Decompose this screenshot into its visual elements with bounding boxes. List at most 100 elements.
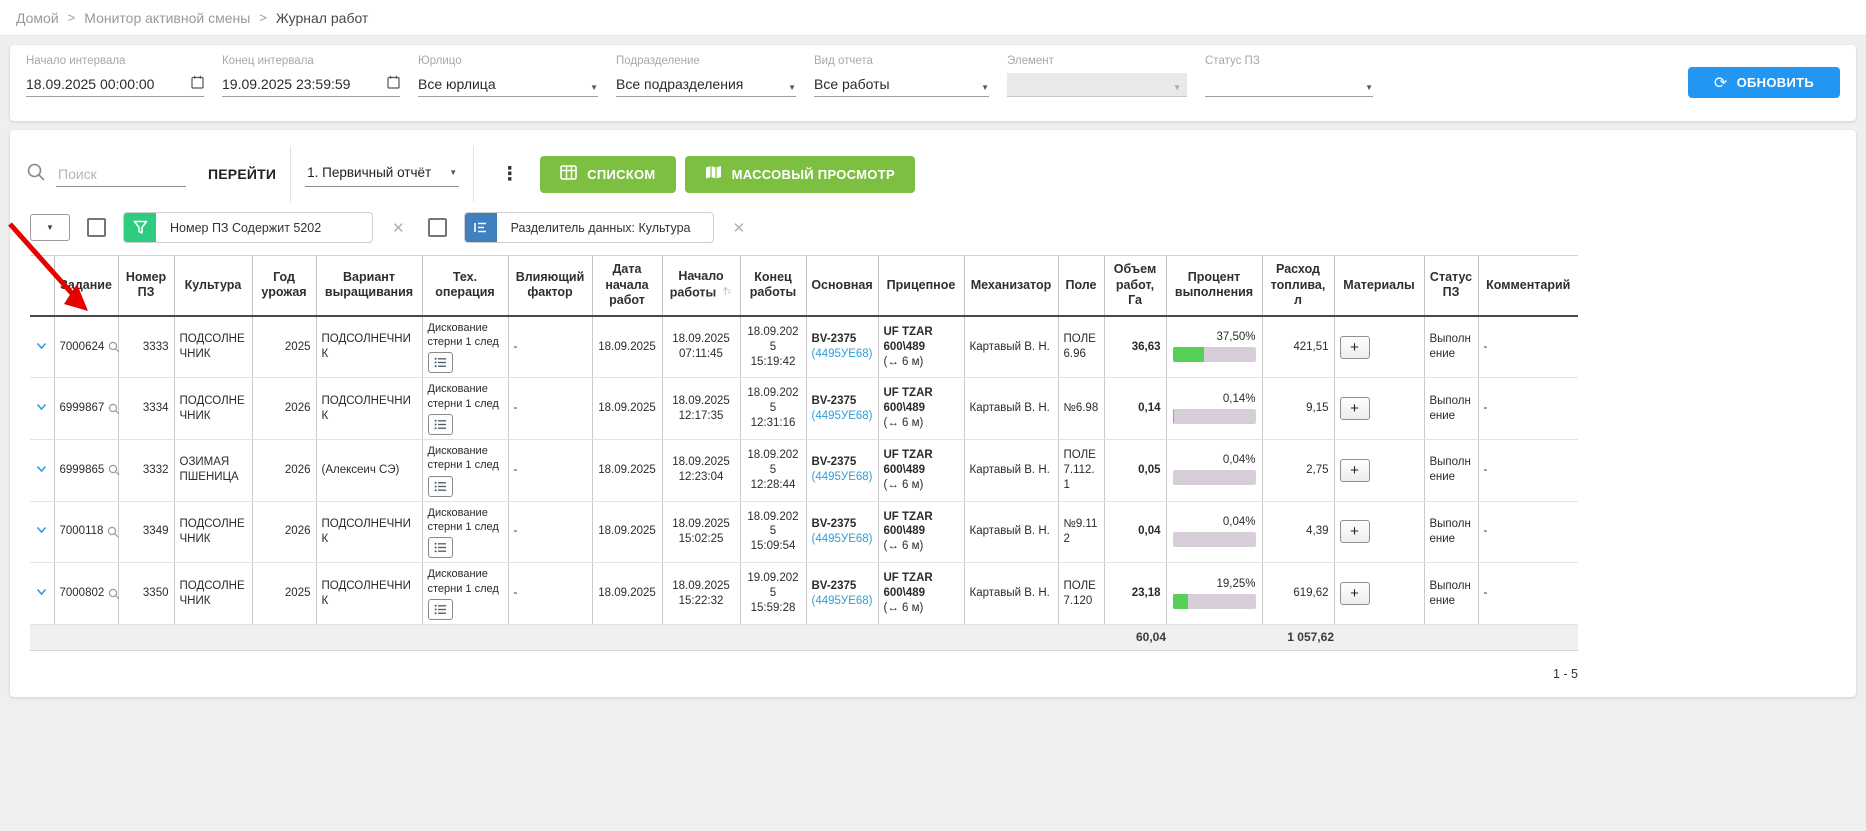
col-order-number[interactable]: Номер ПЗ: [118, 256, 174, 316]
col-task[interactable]: Задание: [54, 256, 118, 316]
col-influencing-factor[interactable]: Влияющий фактор: [508, 256, 592, 316]
growing-variant: ПОДСОЛНЕЧНИК: [316, 378, 422, 440]
growing-variant: ПОДСОЛНЕЧНИК: [316, 316, 422, 378]
row-expand-icon[interactable]: [36, 526, 47, 534]
magnifier-icon[interactable]: [108, 341, 120, 353]
add-materials-button[interactable]: +: [1340, 582, 1370, 605]
fuel-consumption: 4,39: [1262, 501, 1334, 563]
col-completion-percent[interactable]: Процент выполнения: [1166, 256, 1262, 316]
magnifier-icon[interactable]: [107, 526, 119, 538]
operator-name: Картавый В. Н.: [964, 378, 1058, 440]
col-work-volume[interactable]: Объем работ, Га: [1104, 256, 1166, 316]
trailer-width: (↔ 6 м): [884, 601, 959, 616]
fuel-consumption: 2,75: [1262, 440, 1334, 502]
report-type-select[interactable]: Все работы ▼: [814, 73, 989, 97]
report-view-select[interactable]: 1. Первичный отчёт ▼: [305, 161, 459, 187]
col-materials[interactable]: Материалы: [1334, 256, 1424, 316]
row-expand-icon[interactable]: [36, 465, 47, 473]
sort-asc-icon[interactable]: [720, 286, 732, 300]
col-growing-variant[interactable]: Вариант выращивания: [316, 256, 422, 316]
kebab-menu-icon[interactable]: ⋮: [488, 163, 531, 186]
breadcrumb-monitor[interactable]: Монитор активной смены: [84, 10, 250, 26]
order-number: 3349: [118, 501, 174, 563]
total-fuel: 1 057,62: [1262, 624, 1334, 650]
chips-dropdown-button[interactable]: ▼: [30, 214, 70, 241]
chip-close-icon[interactable]: ✕: [386, 219, 411, 237]
division-select[interactable]: Все подразделения ▼: [616, 73, 796, 97]
progress-bar: [1173, 470, 1256, 485]
mass-view-button[interactable]: МАССОВЫЙ ПРОСМОТР: [685, 156, 915, 193]
row-expand-icon[interactable]: [36, 403, 47, 411]
col-operator[interactable]: Механизатор: [964, 256, 1058, 316]
filter-chip-data-separator[interactable]: Разделитель данных: Культура: [464, 212, 714, 243]
add-materials-button[interactable]: +: [1340, 397, 1370, 420]
operation-list-icon[interactable]: [428, 476, 453, 497]
row-expand-icon[interactable]: [36, 342, 47, 350]
magnifier-icon[interactable]: [108, 464, 120, 476]
interval-end-input[interactable]: 19.09.2025 23:59:59: [222, 73, 400, 97]
trailer-name: UF TZAR 600\489: [884, 510, 959, 540]
col-comment[interactable]: Комментарий: [1478, 256, 1578, 316]
chevron-down-icon: ▼: [590, 83, 598, 92]
status-pz-select[interactable]: ▼: [1205, 73, 1373, 97]
legal-entity-select[interactable]: Все юрлица ▼: [418, 73, 598, 97]
magnifier-icon[interactable]: [108, 588, 120, 600]
list-view-button[interactable]: СПИСКОМ: [540, 156, 675, 193]
interval-start-input[interactable]: 18.09.2025 00:00:00: [26, 73, 204, 97]
trailer-name: UF TZAR 600\489: [884, 571, 959, 601]
filter-chip-number-pz[interactable]: Номер ПЗ Содержит 5202: [123, 212, 373, 243]
col-status-pz[interactable]: Статус ПЗ: [1424, 256, 1478, 316]
add-materials-button[interactable]: +: [1340, 459, 1370, 482]
task-number: 6999865: [60, 463, 105, 478]
vehicle-plate-link[interactable]: (4495УЕ68): [812, 470, 873, 485]
work-begin-time: 18.09.2025 15:02:25: [662, 501, 740, 563]
col-tech-operation[interactable]: Тех. операция: [422, 256, 508, 316]
col-field[interactable]: Поле: [1058, 256, 1104, 316]
search-input[interactable]: [56, 162, 186, 187]
culture: ПОДСОЛНЕЧНИК: [174, 563, 252, 625]
col-fuel-consumption[interactable]: Расход топлива, л: [1262, 256, 1334, 316]
breadcrumb-home[interactable]: Домой: [16, 10, 59, 26]
operation-list-icon[interactable]: [428, 352, 453, 373]
col-work-start-date[interactable]: Дата начала работ: [592, 256, 662, 316]
add-materials-button[interactable]: +: [1340, 336, 1370, 359]
legal-entity-field: Юрлицо Все юрлица ▼: [418, 55, 598, 97]
harvest-year: 2026: [252, 501, 316, 563]
chip-close-icon[interactable]: ✕: [727, 219, 752, 237]
work-start-date: 18.09.2025: [592, 563, 662, 625]
main-vehicle-name: BV-2375: [812, 517, 873, 532]
col-main-vehicle[interactable]: Основная: [806, 256, 878, 316]
refresh-button[interactable]: ⟳ ОБНОВИТЬ: [1688, 67, 1840, 98]
col-trailer[interactable]: Прицепное: [878, 256, 964, 316]
vehicle-plate-link[interactable]: (4495УЕ68): [812, 347, 873, 362]
vehicle-plate-link[interactable]: (4495УЕ68): [812, 409, 873, 424]
chip-checkbox[interactable]: [428, 218, 447, 237]
col-culture[interactable]: Культура: [174, 256, 252, 316]
tech-operation: Дискование стерни 1 след: [428, 506, 503, 535]
magnifier-icon[interactable]: [108, 403, 120, 415]
calendar-icon[interactable]: [387, 75, 400, 92]
operator-name: Картавый В. Н.: [964, 316, 1058, 378]
row-expand-icon[interactable]: [36, 588, 47, 596]
add-materials-button[interactable]: +: [1340, 520, 1370, 543]
chevron-down-icon: ▼: [449, 168, 457, 177]
operation-list-icon[interactable]: [428, 537, 453, 558]
vehicle-plate-link[interactable]: (4495УЕ68): [812, 532, 873, 547]
operation-list-icon[interactable]: [428, 599, 453, 620]
work-volume: 0,05: [1104, 440, 1166, 502]
col-work-end[interactable]: Конец работы: [740, 256, 806, 316]
go-button[interactable]: ПЕРЕЙТИ: [208, 166, 276, 182]
col-harvest-year[interactable]: Год урожая: [252, 256, 316, 316]
operation-list-icon[interactable]: [428, 414, 453, 435]
table-toolbar: ПЕРЕЙТИ 1. Первичный отчёт ▼ ⋮ СПИСКОМ М…: [26, 146, 1840, 202]
filter-funnel-icon: [124, 212, 156, 243]
data-separator-icon: [465, 212, 497, 243]
col-work-begin[interactable]: Начало работы: [662, 256, 740, 316]
table-row: 7000118 3349 ПОДСОЛНЕЧНИК 2026 ПОДСОЛНЕЧ…: [30, 501, 1578, 563]
work-volume: 0,04: [1104, 501, 1166, 563]
chevron-down-icon: ▼: [46, 223, 54, 232]
fuel-consumption: 421,51: [1262, 316, 1334, 378]
chip-checkbox[interactable]: [87, 218, 106, 237]
vehicle-plate-link[interactable]: (4495УЕ68): [812, 594, 873, 609]
calendar-icon[interactable]: [191, 75, 204, 92]
